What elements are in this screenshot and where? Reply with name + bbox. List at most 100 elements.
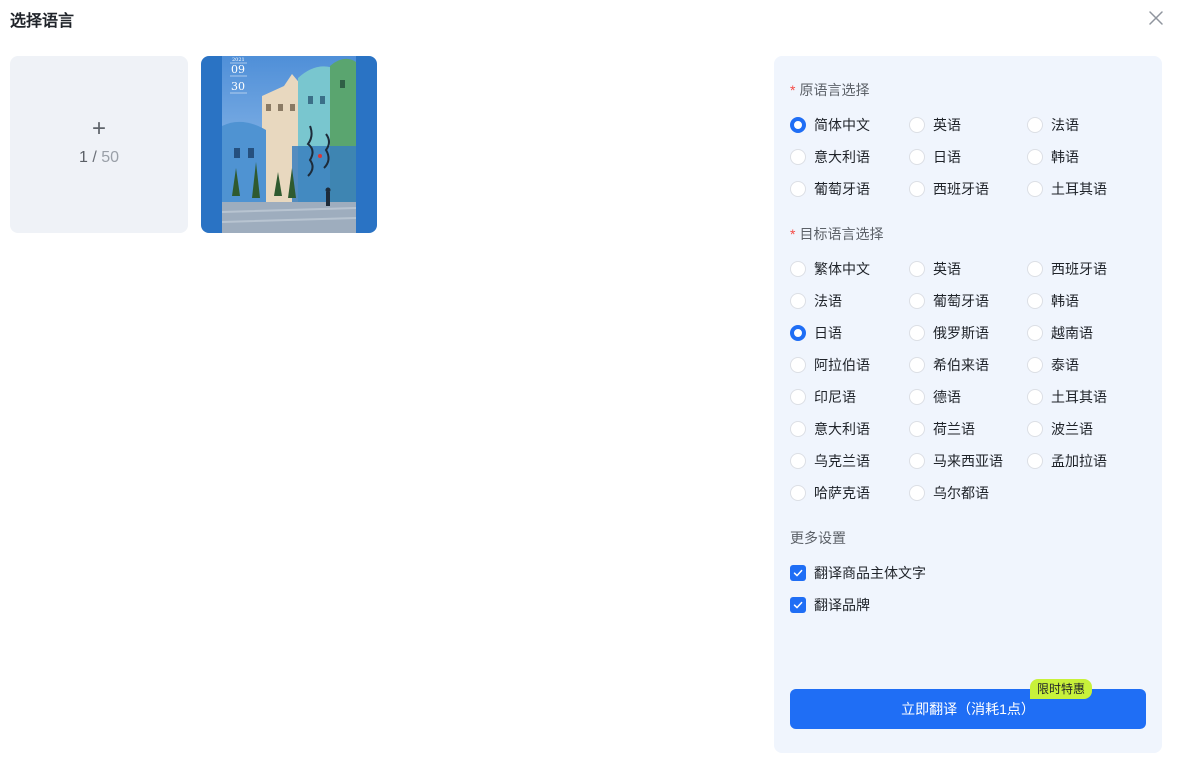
radio-option[interactable]: 乌克兰语 [790, 451, 870, 471]
radio-label: 孟加拉语 [1051, 453, 1107, 469]
radio-option[interactable]: 马来西亚语 [909, 451, 1003, 471]
radio-unselected[interactable] [1027, 389, 1043, 405]
radio-unselected[interactable] [909, 357, 925, 373]
radio-label: 土耳其语 [1051, 181, 1107, 197]
radio-label: 印尼语 [814, 389, 856, 405]
radio-option[interactable]: 法语 [790, 291, 842, 311]
radio-option[interactable]: 日语 [909, 147, 961, 167]
radio-option[interactable]: 西班牙语 [909, 179, 989, 199]
radio-selected[interactable] [790, 117, 806, 133]
radio-option[interactable]: 哈萨克语 [790, 483, 870, 503]
radio-option[interactable]: 法语 [1027, 115, 1079, 135]
target-language-label: * 目标语言选择 [790, 225, 883, 243]
radio-unselected[interactable] [909, 149, 925, 165]
radio-unselected[interactable] [790, 485, 806, 501]
radio-unselected[interactable] [1027, 453, 1043, 469]
radio-option[interactable]: 葡萄牙语 [790, 179, 870, 199]
source-language-label: * 原语言选择 [790, 81, 869, 99]
radio-label: 日语 [814, 325, 842, 341]
radio-option[interactable]: 俄罗斯语 [909, 323, 989, 343]
radio-unselected[interactable] [1027, 181, 1043, 197]
radio-unselected[interactable] [790, 293, 806, 309]
uploaded-image-thumbnail[interactable]: 2021 09 30 [201, 56, 377, 233]
radio-option[interactable]: 孟加拉语 [1027, 451, 1107, 471]
radio-label: 荷兰语 [933, 421, 975, 437]
radio-label: 西班牙语 [1051, 261, 1107, 277]
radio-option[interactable]: 希伯来语 [909, 355, 989, 375]
limited-offer-badge: 限时特惠 [1030, 679, 1093, 699]
radio-option[interactable]: 日语 [790, 323, 842, 343]
radio-option[interactable]: 土耳其语 [1027, 387, 1107, 407]
radio-unselected[interactable] [1027, 149, 1043, 165]
source-language-label-text: 原语言选择 [799, 82, 870, 98]
radio-option[interactable]: 泰语 [1027, 355, 1079, 375]
radio-option[interactable]: 葡萄牙语 [909, 291, 989, 311]
upload-count-max: 50 [101, 149, 120, 166]
radio-label: 韩语 [1051, 293, 1079, 309]
radio-label: 简体中文 [814, 117, 870, 133]
radio-option[interactable]: 波兰语 [1027, 419, 1093, 439]
radio-label: 法语 [1051, 117, 1079, 133]
radio-option[interactable]: 土耳其语 [1027, 179, 1107, 199]
radio-unselected[interactable] [1027, 325, 1043, 341]
upload-image-button[interactable]: + 1 / 50 [10, 56, 188, 233]
radio-option[interactable]: 意大利语 [790, 419, 870, 439]
radio-unselected[interactable] [790, 453, 806, 469]
radio-option[interactable]: 西班牙语 [1027, 259, 1107, 279]
radio-unselected[interactable] [790, 181, 806, 197]
radio-label: 乌尔都语 [933, 485, 989, 501]
radio-unselected[interactable] [1027, 357, 1043, 373]
radio-unselected[interactable] [909, 181, 925, 197]
radio-selected[interactable] [790, 325, 806, 341]
radio-unselected[interactable] [1027, 293, 1043, 309]
radio-label: 泰语 [1051, 357, 1079, 373]
radio-label: 繁体中文 [814, 261, 870, 277]
radio-unselected[interactable] [1027, 421, 1043, 437]
radio-option[interactable]: 繁体中文 [790, 259, 870, 279]
radio-option[interactable]: 韩语 [1027, 291, 1079, 311]
radio-unselected[interactable] [790, 261, 806, 277]
radio-option[interactable]: 荷兰语 [909, 419, 975, 439]
radio-option[interactable]: 简体中文 [790, 115, 870, 135]
radio-unselected[interactable] [790, 357, 806, 373]
radio-unselected[interactable] [909, 485, 925, 501]
radio-unselected[interactable] [790, 421, 806, 437]
checkbox-checked[interactable] [790, 565, 806, 581]
radio-option[interactable]: 越南语 [1027, 323, 1093, 343]
radio-option[interactable]: 英语 [909, 115, 961, 135]
radio-option[interactable]: 乌尔都语 [909, 483, 989, 503]
close-icon [1149, 11, 1163, 25]
close-button[interactable] [1146, 8, 1166, 28]
radio-unselected[interactable] [909, 421, 925, 437]
radio-unselected[interactable] [909, 117, 925, 133]
radio-option[interactable]: 德语 [909, 387, 961, 407]
radio-label: 哈萨克语 [814, 485, 870, 501]
radio-unselected[interactable] [909, 389, 925, 405]
translate-brand-checkbox[interactable]: 翻译品牌 [790, 595, 870, 615]
radio-unselected[interactable] [790, 149, 806, 165]
radio-label: 意大利语 [814, 149, 870, 165]
radio-unselected[interactable] [790, 389, 806, 405]
radio-label: 土耳其语 [1051, 389, 1107, 405]
radio-label: 俄罗斯语 [933, 325, 989, 341]
checkbox-checked[interactable] [790, 597, 806, 613]
upload-count-separator: / [87, 149, 102, 166]
radio-unselected[interactable] [909, 293, 925, 309]
radio-option[interactable]: 英语 [909, 259, 961, 279]
radio-option[interactable]: 韩语 [1027, 147, 1079, 167]
radio-unselected[interactable] [909, 261, 925, 277]
checkbox-label: 翻译品牌 [814, 597, 870, 613]
radio-unselected[interactable] [909, 453, 925, 469]
radio-unselected[interactable] [1027, 117, 1043, 133]
dialog-title: 选择语言 [10, 13, 75, 30]
translate-now-button[interactable]: 立即翻译（消耗1点） [790, 689, 1146, 729]
radio-label: 英语 [933, 117, 961, 133]
thumb-date-day: 30 [231, 80, 245, 93]
radio-label: 波兰语 [1051, 421, 1093, 437]
radio-option[interactable]: 印尼语 [790, 387, 856, 407]
radio-unselected[interactable] [909, 325, 925, 341]
translate-product-text-checkbox[interactable]: 翻译商品主体文字 [790, 563, 926, 583]
radio-option[interactable]: 阿拉伯语 [790, 355, 870, 375]
radio-unselected[interactable] [1027, 261, 1043, 277]
radio-option[interactable]: 意大利语 [790, 147, 870, 167]
